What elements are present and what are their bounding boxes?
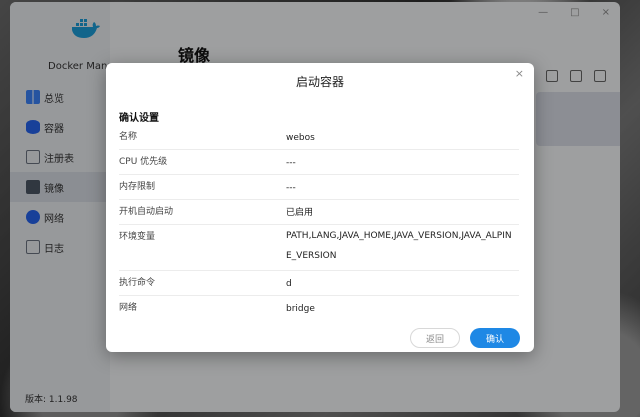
- settings-row-cpu: CPU 优先级 ---: [119, 150, 519, 175]
- row-value: ---: [286, 183, 296, 193]
- row-value: bridge: [286, 304, 315, 314]
- settings-row-autostart: 开机自动启动 已启用: [119, 200, 519, 225]
- close-icon[interactable]: ×: [515, 67, 524, 80]
- row-value: ---: [286, 158, 296, 168]
- row-key: 名称: [119, 132, 138, 142]
- settings-list: 名称 webos CPU 优先级 --- 内存限制 --- 开机自动启动 已启用…: [119, 125, 519, 321]
- row-value: PATH,LANG,JAVA_HOME,JAVA_VERSION,JAVA_AL…: [286, 231, 512, 261]
- row-key: 开机自动启动: [119, 207, 174, 217]
- section-title: 确认设置: [119, 113, 159, 124]
- row-key: 网络: [119, 303, 138, 313]
- row-key: 执行命令: [119, 278, 156, 288]
- settings-row-env: 环境变量 PATH,LANG,JAVA_HOME,JAVA_VERSION,JA…: [119, 225, 519, 271]
- settings-row-memory: 内存限制 ---: [119, 175, 519, 200]
- row-value: 已启用: [286, 208, 314, 218]
- row-value: webos: [286, 133, 315, 143]
- confirm-button[interactable]: 确认: [470, 328, 520, 348]
- row-key: 内存限制: [119, 182, 156, 192]
- settings-row-network: 网络 bridge: [119, 296, 519, 321]
- settings-row-name: 名称 webos: [119, 125, 519, 150]
- back-button[interactable]: 返回: [410, 328, 460, 348]
- row-value: d: [286, 279, 292, 289]
- settings-row-command: 执行命令 d: [119, 271, 519, 296]
- row-key: CPU 优先级: [119, 157, 168, 167]
- dialog-title: 启动容器: [295, 75, 344, 89]
- row-key: 环境变量: [119, 232, 156, 242]
- start-container-dialog: 启动容器 × 确认设置 名称 webos CPU 优先级 --- 内存限制 --…: [106, 63, 534, 352]
